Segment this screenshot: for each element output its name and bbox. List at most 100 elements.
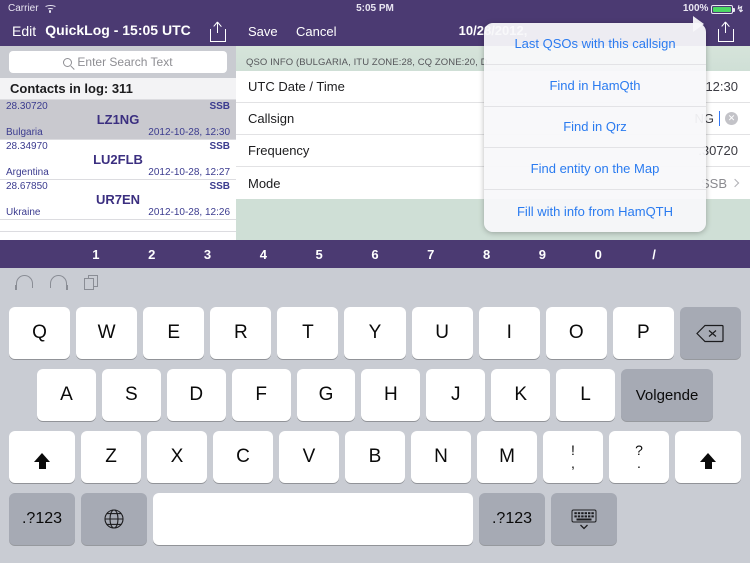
keyboard-row-4: .?123 .?123 xyxy=(0,488,750,550)
undo-icon[interactable] xyxy=(15,275,36,295)
row-country: Argentina xyxy=(6,167,49,178)
numbar-key-1[interactable]: 1 xyxy=(68,247,124,262)
key-bottom-glyph: . xyxy=(637,455,641,471)
key-f[interactable]: F xyxy=(231,369,291,421)
row-mode: SSB xyxy=(209,141,230,152)
redo-icon[interactable] xyxy=(50,275,70,295)
delete-icon[interactable] xyxy=(679,307,742,359)
key-t[interactable]: T xyxy=(277,307,339,359)
numbar-key-5[interactable]: 5 xyxy=(291,247,347,262)
left-pane-title: QuickLog - 15:05 UTC xyxy=(45,22,191,38)
key-i[interactable]: I xyxy=(478,307,540,359)
contacts-count-header: Contacts in log: 311 xyxy=(0,78,236,100)
row-callsign: UR7EN xyxy=(95,192,141,207)
globe-icon[interactable] xyxy=(81,493,147,545)
key-h[interactable]: H xyxy=(361,369,421,421)
key-d[interactable]: D xyxy=(166,369,226,421)
key-x[interactable]: X xyxy=(147,431,207,483)
row-mode: SSB xyxy=(209,101,230,112)
key-n[interactable]: N xyxy=(411,431,471,483)
row-datetime: 2012-10-28, 12:27 xyxy=(148,167,230,178)
shift-icon[interactable] xyxy=(675,431,741,483)
list-item[interactable]: 28.34970 SSB LU2FLB Argentina 2012-10-28… xyxy=(0,140,236,180)
numbar-key-slash[interactable]: / xyxy=(626,247,682,262)
row-mode: SSB xyxy=(209,181,230,192)
key-numbers-right[interactable]: .?123 xyxy=(479,493,545,545)
key-j[interactable]: J xyxy=(426,369,486,421)
key-space[interactable] xyxy=(153,493,473,545)
keyboard-toolbar xyxy=(0,268,750,302)
key-question-period[interactable]: ? . xyxy=(609,431,669,483)
chevron-right-icon xyxy=(730,178,740,188)
key-next[interactable]: Volgende xyxy=(621,369,714,421)
text-caret xyxy=(719,111,720,126)
key-g[interactable]: G xyxy=(296,369,356,421)
status-bar-time: 5:05 PM xyxy=(356,3,394,14)
keyboard-row-1: Q W E R T Y U I O P xyxy=(0,302,750,364)
numbar-key-0[interactable]: 0 xyxy=(570,247,626,262)
hide-keyboard-icon[interactable] xyxy=(551,493,617,545)
key-v[interactable]: V xyxy=(279,431,339,483)
key-p[interactable]: P xyxy=(612,307,674,359)
master-pane: Enter Search Text Contacts in log: 311 2… xyxy=(0,46,236,240)
key-k[interactable]: K xyxy=(491,369,551,421)
key-bottom-glyph: , xyxy=(571,455,575,471)
list-item[interactable]: 28.30720 SSB LZ1NG Bulgaria 2012-10-28, … xyxy=(0,100,236,140)
popover-arrow xyxy=(693,16,704,32)
field-value[interactable]: 12:30 xyxy=(705,79,738,94)
key-s[interactable]: S xyxy=(101,369,161,421)
numbar-key-4[interactable]: 4 xyxy=(235,247,291,262)
menu-item-find-in-qrz[interactable]: Find in Qrz xyxy=(484,107,706,149)
clear-icon[interactable]: ✕ xyxy=(725,112,738,125)
numbar-key-2[interactable]: 2 xyxy=(124,247,180,262)
row-datetime: 2012-10-28, 12:26 xyxy=(148,207,230,218)
field-label: Mode xyxy=(248,175,281,191)
copy-icon[interactable] xyxy=(84,275,104,295)
menu-item-fill-with-info[interactable]: Fill with info from HamQTH xyxy=(484,190,706,232)
key-o[interactable]: O xyxy=(545,307,607,359)
key-r[interactable]: R xyxy=(210,307,272,359)
row-datetime: 2012-10-28, 12:30 xyxy=(148,127,230,138)
share-icon[interactable] xyxy=(718,22,734,42)
share-icon[interactable] xyxy=(210,22,226,42)
left-navbar: Edit QuickLog - 15:05 UTC xyxy=(0,18,236,46)
numbar-key-7[interactable]: 7 xyxy=(403,247,459,262)
key-l[interactable]: L xyxy=(556,369,616,421)
numbar-key-3[interactable]: 3 xyxy=(180,247,236,262)
row-frequency: 28.34970 xyxy=(6,141,48,152)
field-label: UTC Date / Time xyxy=(248,79,345,94)
numbar-key-8[interactable]: 8 xyxy=(459,247,515,262)
key-u[interactable]: U xyxy=(411,307,473,359)
battery-icon xyxy=(711,4,736,14)
plug-icon: ↯ xyxy=(736,4,744,14)
key-z[interactable]: Z xyxy=(81,431,141,483)
field-label: Frequency xyxy=(248,143,310,158)
shift-icon[interactable] xyxy=(9,431,75,483)
key-c[interactable]: C xyxy=(213,431,273,483)
field-value-text: 12:30 xyxy=(705,79,738,94)
key-y[interactable]: Y xyxy=(344,307,406,359)
search-placeholder: Enter Search Text xyxy=(77,55,173,69)
menu-item-last-qsos[interactable]: Last QSOs with this callsign xyxy=(484,23,706,65)
search-input[interactable]: Enter Search Text xyxy=(9,51,227,73)
key-a[interactable]: A xyxy=(37,369,96,421)
menu-item-find-in-hamqth[interactable]: Find in HamQth xyxy=(484,65,706,107)
menu-item-find-entity-on-map[interactable]: Find entity on the Map xyxy=(484,148,706,191)
key-exclam-comma[interactable]: ! , xyxy=(543,431,603,483)
numbar-key-6[interactable]: 6 xyxy=(347,247,403,262)
key-b[interactable]: B xyxy=(345,431,405,483)
numbar-key-9[interactable]: 9 xyxy=(515,247,571,262)
search-icon xyxy=(63,57,73,67)
list-item[interactable] xyxy=(0,220,236,232)
key-w[interactable]: W xyxy=(76,307,138,359)
key-e[interactable]: E xyxy=(143,307,205,359)
row-callsign: LU2FLB xyxy=(93,152,143,167)
status-bar: Carrier 5:05 PM 100% ↯ xyxy=(0,0,750,18)
key-q[interactable]: Q xyxy=(9,307,71,359)
list-item[interactable]: 28.67850 SSB UR7EN Ukraine 2012-10-28, 1… xyxy=(0,180,236,220)
onscreen-keyboard: Q W E R T Y U I O P A S D F G H J K L Vo… xyxy=(0,268,750,563)
key-numbers-left[interactable]: .?123 xyxy=(9,493,75,545)
key-m[interactable]: M xyxy=(477,431,537,483)
row-callsign: LZ1NG xyxy=(96,112,140,127)
field-value[interactable]: SSB xyxy=(701,176,740,191)
